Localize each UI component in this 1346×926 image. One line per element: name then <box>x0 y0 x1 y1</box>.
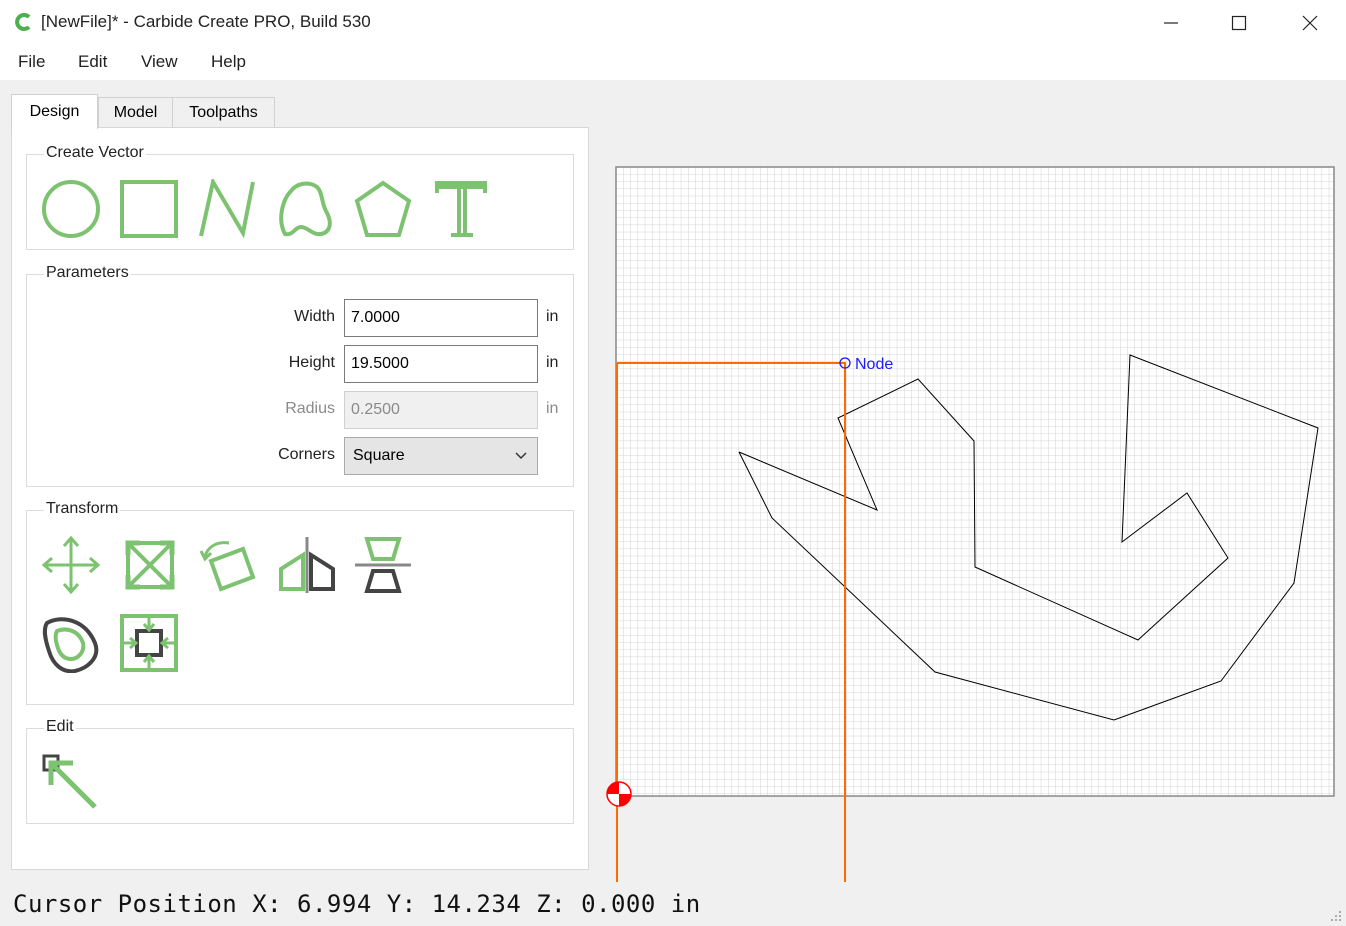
height-field[interactable]: 19.5000 <box>344 345 538 383</box>
transform-group: Transform <box>26 500 574 705</box>
parameters-title: Parameters <box>44 264 131 282</box>
create-vector-group: Create Vector <box>26 144 574 250</box>
window-title: [NewFile]* - Carbide Create PRO, Build 5… <box>41 12 371 31</box>
edit-group: Edit <box>26 718 574 824</box>
corners-select[interactable]: Square <box>344 437 538 475</box>
menu-bar: File Edit View Help <box>0 46 1346 80</box>
title-bar: [NewFile]* - Carbide Create PRO, Build 5… <box>0 0 1346 46</box>
menu-help[interactable]: Help <box>211 52 246 72</box>
minimize-button[interactable] <box>1148 0 1194 46</box>
edit-title: Edit <box>44 718 76 736</box>
corners-label: Corners <box>278 446 335 463</box>
rectangle-tool-icon[interactable] <box>119 179 179 239</box>
node-label: Node <box>855 356 893 373</box>
rotate-tool-icon[interactable] <box>197 535 257 595</box>
height-unit: in <box>546 354 559 371</box>
move-tool-icon[interactable] <box>41 535 101 595</box>
design-panel: Create Vector Parameters Width 7.0000 in… <box>11 127 589 870</box>
cursor-position-text: Cursor Position X: 6.994 Y: 14.234 Z: 0.… <box>13 890 701 918</box>
grid <box>616 167 1334 796</box>
status-bar: Cursor Position X: 6.994 Y: 14.234 Z: 0.… <box>0 886 1346 926</box>
width-unit: in <box>546 308 559 325</box>
resize-grip-icon[interactable] <box>1330 910 1342 922</box>
circle-tool-icon[interactable] <box>41 179 101 239</box>
close-icon <box>1302 15 1318 31</box>
center-tool-icon[interactable] <box>119 613 179 673</box>
design-canvas[interactable]: Node <box>600 80 1346 886</box>
tab-design[interactable]: Design <box>11 94 98 129</box>
align-tool-icon[interactable] <box>353 535 413 595</box>
parameters-group: Parameters Width 7.0000 in Height 19.500… <box>26 264 574 487</box>
height-label: Height <box>288 354 335 371</box>
polygon-tool-icon[interactable] <box>353 179 413 239</box>
mirror-tool-icon[interactable] <box>277 535 337 595</box>
minimize-icon <box>1164 22 1178 24</box>
radius-label: Radius <box>285 400 335 417</box>
edit-nodes-tool-icon[interactable] <box>41 753 101 813</box>
tab-model[interactable]: Model <box>98 97 173 127</box>
menu-edit[interactable]: Edit <box>78 52 107 72</box>
menu-file[interactable]: File <box>18 52 45 72</box>
maximize-button[interactable] <box>1216 0 1262 46</box>
text-tool-icon[interactable] <box>431 179 491 239</box>
corners-value: Square <box>353 447 405 464</box>
close-button[interactable] <box>1287 0 1333 46</box>
radius-unit: in <box>546 400 559 417</box>
transform-title: Transform <box>44 500 121 518</box>
width-label: Width <box>294 308 335 325</box>
carbide-logo-icon <box>15 13 31 31</box>
maximize-icon <box>1231 15 1247 31</box>
curve-tool-icon[interactable] <box>277 179 337 239</box>
offset-tool-icon[interactable] <box>41 613 101 673</box>
menu-view[interactable]: View <box>141 52 178 72</box>
width-field[interactable]: 7.0000 <box>344 299 538 337</box>
origin-marker <box>606 781 632 807</box>
scale-tool-icon[interactable] <box>119 535 179 595</box>
tab-toolpaths[interactable]: Toolpaths <box>172 97 275 127</box>
create-vector-title: Create Vector <box>44 144 146 162</box>
polyline-tool-icon[interactable] <box>197 179 257 239</box>
radius-field: 0.2500 <box>344 391 538 429</box>
chevron-down-icon <box>515 452 527 460</box>
canvas-svg[interactable]: Node <box>600 80 1346 886</box>
